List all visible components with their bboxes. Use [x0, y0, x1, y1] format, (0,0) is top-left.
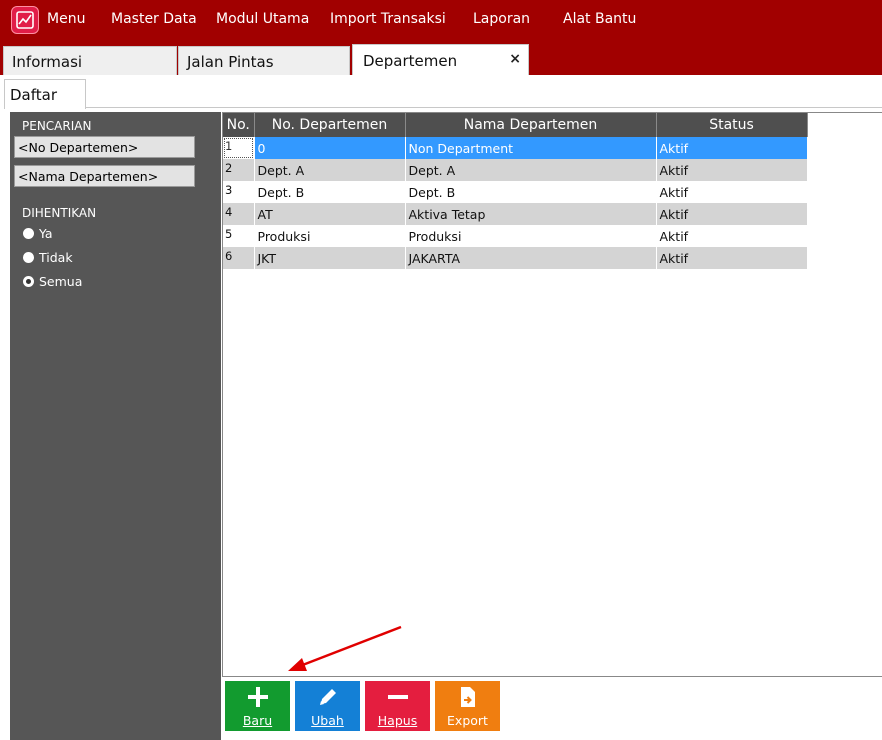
cell-no: 3 [223, 181, 255, 203]
departemen-table: No. No. Departemen Nama Departemen Statu… [223, 113, 808, 269]
no-departemen-input[interactable]: <No Departemen> [14, 136, 195, 158]
table-row[interactable]: 4 AT Aktiva Tetap Aktif [223, 203, 808, 225]
cell-no-departemen: AT [254, 203, 406, 225]
column-header-nama-departemen[interactable]: Nama Departemen [405, 113, 657, 137]
annotation-arrow-icon [288, 625, 402, 671]
radio-label: Ya [39, 225, 53, 241]
cell-status: Aktif [656, 137, 808, 159]
divider [86, 107, 882, 108]
hapus-button[interactable]: Hapus [365, 681, 430, 731]
tab-label: Jalan Pintas [187, 53, 274, 71]
table-row[interactable]: 6 JKT JAKARTA Aktif [223, 247, 808, 269]
cell-status: Aktif [656, 159, 808, 181]
cell-nama-departemen: JAKARTA [405, 247, 657, 269]
cell-no-departemen: Produksi [254, 225, 406, 247]
cell-nama-departemen: Produksi [405, 225, 657, 247]
table-row[interactable]: 2 Dept. A Dept. A Aktif [223, 159, 808, 181]
cell-no: 6 [223, 247, 255, 269]
table-row[interactable]: 3 Dept. B Dept. B Aktif [223, 181, 808, 203]
ubah-button[interactable]: Ubah [295, 681, 360, 731]
cell-nama-departemen: Non Department [405, 137, 657, 159]
menu-item-import-transaksi[interactable]: Import Transaksi [330, 11, 446, 27]
radio-circle [23, 227, 34, 239]
minus-icon [365, 685, 430, 713]
export-file-icon [435, 685, 500, 713]
menu-item-laporan[interactable]: Laporan [473, 11, 530, 27]
column-header-no[interactable]: No. [223, 113, 255, 137]
cell-nama-departemen: Aktiva Tetap [405, 203, 657, 225]
radio-dot [26, 278, 31, 284]
tab-label: Departemen [363, 52, 458, 70]
menu-bar: Menu Master Data Modul Utama Import Tran… [0, 0, 882, 44]
tab-label: Informasi [12, 53, 83, 71]
radio-circle-selected [23, 275, 34, 287]
cell-no-departemen: JKT [254, 247, 406, 269]
radio-label: Semua [39, 273, 83, 289]
cell-no-departemen: Dept. B [254, 181, 406, 203]
action-toolbar: Baru Ubah Hapus Export [222, 678, 882, 740]
column-header-status[interactable]: Status [656, 113, 808, 137]
menu-item-master-data[interactable]: Master Data [111, 11, 197, 27]
cell-no: 4 [223, 203, 255, 225]
cell-no: 2 [223, 159, 255, 181]
cell-no: 5 [223, 225, 255, 247]
radio-tidak[interactable]: Tidak [23, 249, 73, 265]
tab-jalan-pintas[interactable]: Jalan Pintas [178, 46, 350, 75]
chart-logo-icon[interactable] [11, 6, 39, 34]
cell-status: Aktif [656, 247, 808, 269]
subtab-daftar[interactable]: Daftar [4, 79, 86, 109]
radio-semua[interactable]: Semua [23, 273, 82, 289]
close-icon[interactable]: × [509, 51, 521, 67]
search-section-label: PENCARIAN [22, 119, 92, 133]
column-header-no-departemen[interactable]: No. Departemen [254, 113, 406, 137]
table-row[interactable]: 5 Produksi Produksi Aktif [223, 225, 808, 247]
cell-nama-departemen: Dept. A [405, 159, 657, 181]
cell-no-departemen: 0 [254, 137, 406, 159]
baru-button[interactable]: Baru [225, 681, 290, 731]
menu-item-alat-bantu[interactable]: Alat Bantu [563, 11, 636, 27]
button-label: Baru [242, 713, 273, 728]
plus-icon [225, 685, 290, 713]
export-button[interactable]: Export [435, 681, 500, 731]
data-grid: No. No. Departemen Nama Departemen Statu… [222, 112, 882, 677]
menu-item-menu[interactable]: Menu [47, 11, 85, 27]
cell-nama-departemen: Dept. B [405, 181, 657, 203]
pencil-icon [295, 685, 360, 713]
radio-ya[interactable]: Ya [23, 225, 53, 241]
table-row[interactable]: 1 0 Non Department Aktif [223, 137, 808, 159]
radio-circle [23, 251, 34, 263]
button-label: Hapus [377, 713, 418, 728]
cell-no: 1 [223, 137, 255, 159]
subtab-label: Daftar [10, 86, 57, 104]
tab-departemen[interactable]: Departemen × [352, 44, 529, 75]
cell-no-departemen: Dept. A [254, 159, 406, 181]
cell-status: Aktif [656, 225, 808, 247]
cell-status: Aktif [656, 181, 808, 203]
nama-departemen-input[interactable]: <Nama Departemen> [14, 165, 195, 187]
radio-label: Tidak [39, 249, 73, 265]
menu-item-modul-utama[interactable]: Modul Utama [216, 11, 309, 27]
button-label: Export [447, 713, 488, 728]
tab-informasi[interactable]: Informasi [3, 46, 177, 75]
search-panel: PENCARIAN <No Departemen> <Nama Departem… [10, 112, 221, 740]
tab-strip: Informasi Jalan Pintas Departemen × [0, 44, 882, 75]
dihentikan-label: DIHENTIKAN [22, 206, 97, 220]
cell-status: Aktif [656, 203, 808, 225]
button-label: Ubah [311, 713, 344, 728]
subtab-area: Daftar [0, 75, 882, 109]
